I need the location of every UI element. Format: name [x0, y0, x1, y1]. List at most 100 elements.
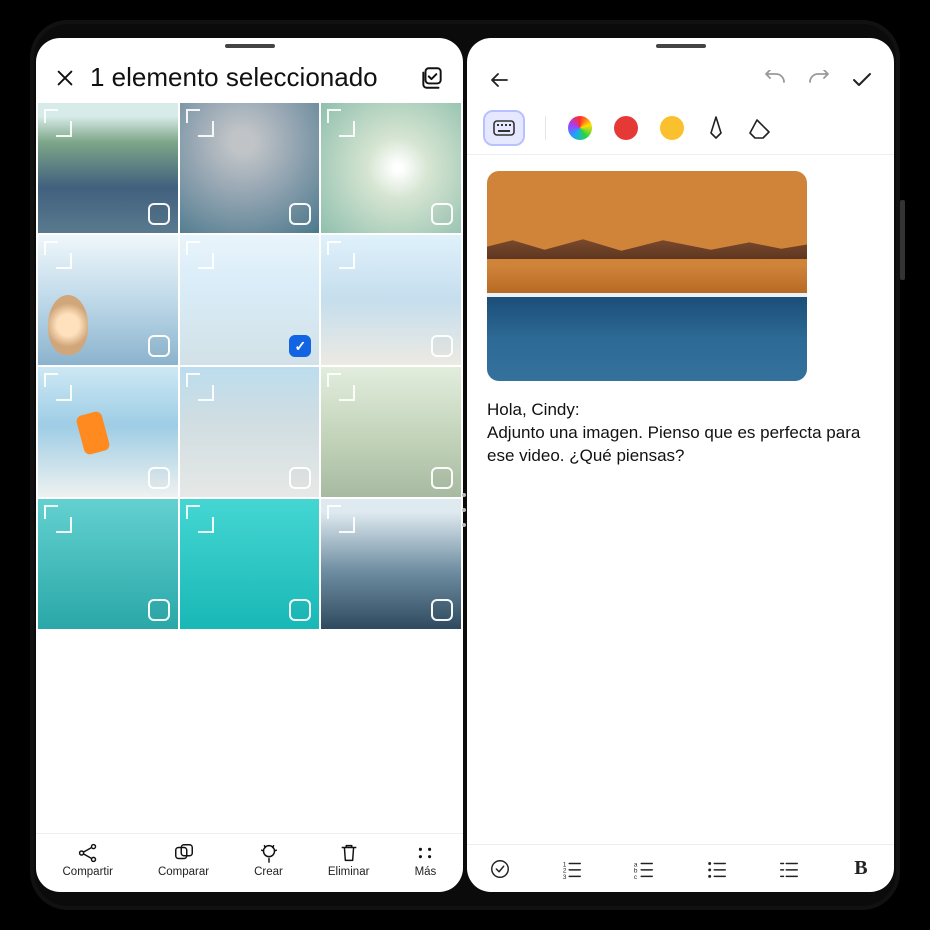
numbered-list-button[interactable]: 123	[555, 858, 589, 880]
svg-text:c: c	[634, 874, 638, 880]
notes-toolbar	[467, 102, 894, 155]
expand-icon	[186, 109, 200, 123]
select-all-icon	[419, 65, 445, 91]
photo-thumbnail[interactable]	[180, 103, 320, 233]
delete-label: Eliminar	[328, 866, 370, 878]
selection-title: 1 elemento seleccionado	[90, 64, 405, 91]
expand-icon	[186, 373, 200, 387]
color-swatch-red[interactable]	[614, 116, 638, 140]
expand-icon	[44, 241, 58, 255]
gallery-screen: 1 elemento seleccionado ✓ Compartir Comp…	[36, 38, 463, 892]
create-button[interactable]: Crear	[254, 842, 283, 878]
redo-button[interactable]	[806, 70, 832, 90]
delete-button[interactable]: Eliminar	[328, 842, 370, 878]
device-side-button	[900, 200, 905, 280]
svg-text:3: 3	[563, 874, 567, 880]
photo-thumbnail[interactable]	[38, 367, 178, 497]
compare-button[interactable]: Comparar	[158, 842, 209, 878]
selection-checkbox[interactable]	[431, 467, 453, 489]
pen-tool[interactable]	[706, 115, 726, 141]
list-button[interactable]	[772, 858, 806, 880]
more-label: Más	[415, 866, 437, 878]
bulleted-list-icon	[706, 858, 728, 880]
bulleted-list-button[interactable]	[700, 858, 734, 880]
expand-icon	[327, 109, 341, 123]
redo-icon	[806, 70, 832, 90]
checkmark-icon	[850, 68, 874, 92]
selection-checkbox[interactable]	[289, 203, 311, 225]
back-arrow-icon	[487, 68, 511, 92]
close-icon	[54, 67, 76, 89]
photo-thumbnail[interactable]	[321, 367, 461, 497]
gallery-footer: Compartir Comparar Crear Eliminar Más	[36, 833, 463, 892]
close-button[interactable]	[54, 67, 76, 89]
create-icon	[258, 842, 280, 864]
compare-icon	[173, 842, 195, 864]
lettered-list-icon: abc	[633, 858, 655, 880]
pen-icon	[706, 115, 726, 141]
attached-image[interactable]	[487, 171, 807, 381]
toolbar-separator	[545, 116, 546, 140]
keyboard-icon	[493, 120, 515, 136]
checklist-icon	[489, 858, 511, 880]
expand-icon	[327, 373, 341, 387]
foldable-device-frame: 1 elemento seleccionado ✓ Compartir Comp…	[30, 20, 900, 910]
selection-checkbox[interactable]	[289, 467, 311, 489]
share-button[interactable]: Compartir	[63, 842, 113, 878]
photo-thumbnail[interactable]	[321, 103, 461, 233]
photo-thumbnail[interactable]	[180, 499, 320, 629]
selection-checkbox[interactable]	[431, 335, 453, 357]
expand-icon	[44, 109, 58, 123]
trash-icon	[338, 842, 360, 864]
device-speaker	[656, 44, 706, 48]
expand-icon	[44, 373, 58, 387]
confirm-button[interactable]	[850, 68, 874, 92]
selection-checkbox[interactable]	[289, 599, 311, 621]
undo-icon	[762, 70, 788, 90]
notes-screen: Hola, Cindy: Adjunto una imagen. Pienso …	[467, 38, 894, 892]
bold-button[interactable]: B	[844, 857, 878, 880]
photo-thumbnail[interactable]	[38, 499, 178, 629]
list-icon	[778, 858, 800, 880]
eraser-icon	[748, 117, 774, 139]
photo-thumbnail[interactable]: ✓	[180, 235, 320, 365]
expand-icon	[44, 505, 58, 519]
expand-icon	[186, 505, 200, 519]
selection-checkbox[interactable]	[431, 203, 453, 225]
note-text[interactable]: Hola, Cindy: Adjunto una imagen. Pienso …	[487, 399, 874, 468]
selection-checkbox[interactable]	[148, 335, 170, 357]
select-all-button[interactable]	[419, 65, 445, 91]
numbered-list-icon: 123	[561, 858, 583, 880]
selection-checkbox[interactable]	[148, 203, 170, 225]
checklist-button[interactable]	[483, 858, 517, 880]
note-body[interactable]: Hola, Cindy: Adjunto una imagen. Pienso …	[467, 155, 894, 844]
notes-format-bar: 123 abc B	[467, 844, 894, 892]
photo-thumbnail[interactable]	[180, 367, 320, 497]
share-label: Compartir	[63, 866, 113, 878]
compare-label: Comparar	[158, 866, 209, 878]
selection-checkbox[interactable]	[148, 467, 170, 489]
lettered-list-button[interactable]: abc	[627, 858, 661, 880]
back-button[interactable]	[487, 68, 511, 92]
eraser-tool[interactable]	[748, 117, 774, 139]
more-icon	[414, 842, 436, 864]
color-picker-multicolor[interactable]	[568, 116, 592, 140]
keyboard-tool[interactable]	[485, 112, 523, 144]
device-speaker	[225, 44, 275, 48]
photo-thumbnail[interactable]	[321, 499, 461, 629]
selection-checkbox[interactable]	[148, 599, 170, 621]
more-button[interactable]: Más	[414, 842, 436, 878]
expand-icon	[327, 505, 341, 519]
expand-icon	[186, 241, 200, 255]
photo-thumbnail[interactable]	[38, 235, 178, 365]
selection-checkbox[interactable]: ✓	[289, 335, 311, 357]
undo-button[interactable]	[762, 70, 788, 90]
photo-thumbnail[interactable]	[38, 103, 178, 233]
create-label: Crear	[254, 866, 283, 878]
selection-checkbox[interactable]	[431, 599, 453, 621]
expand-icon	[327, 241, 341, 255]
share-icon	[77, 842, 99, 864]
photo-thumbnail[interactable]	[321, 235, 461, 365]
photo-grid: ✓	[36, 101, 463, 833]
color-swatch-yellow[interactable]	[660, 116, 684, 140]
